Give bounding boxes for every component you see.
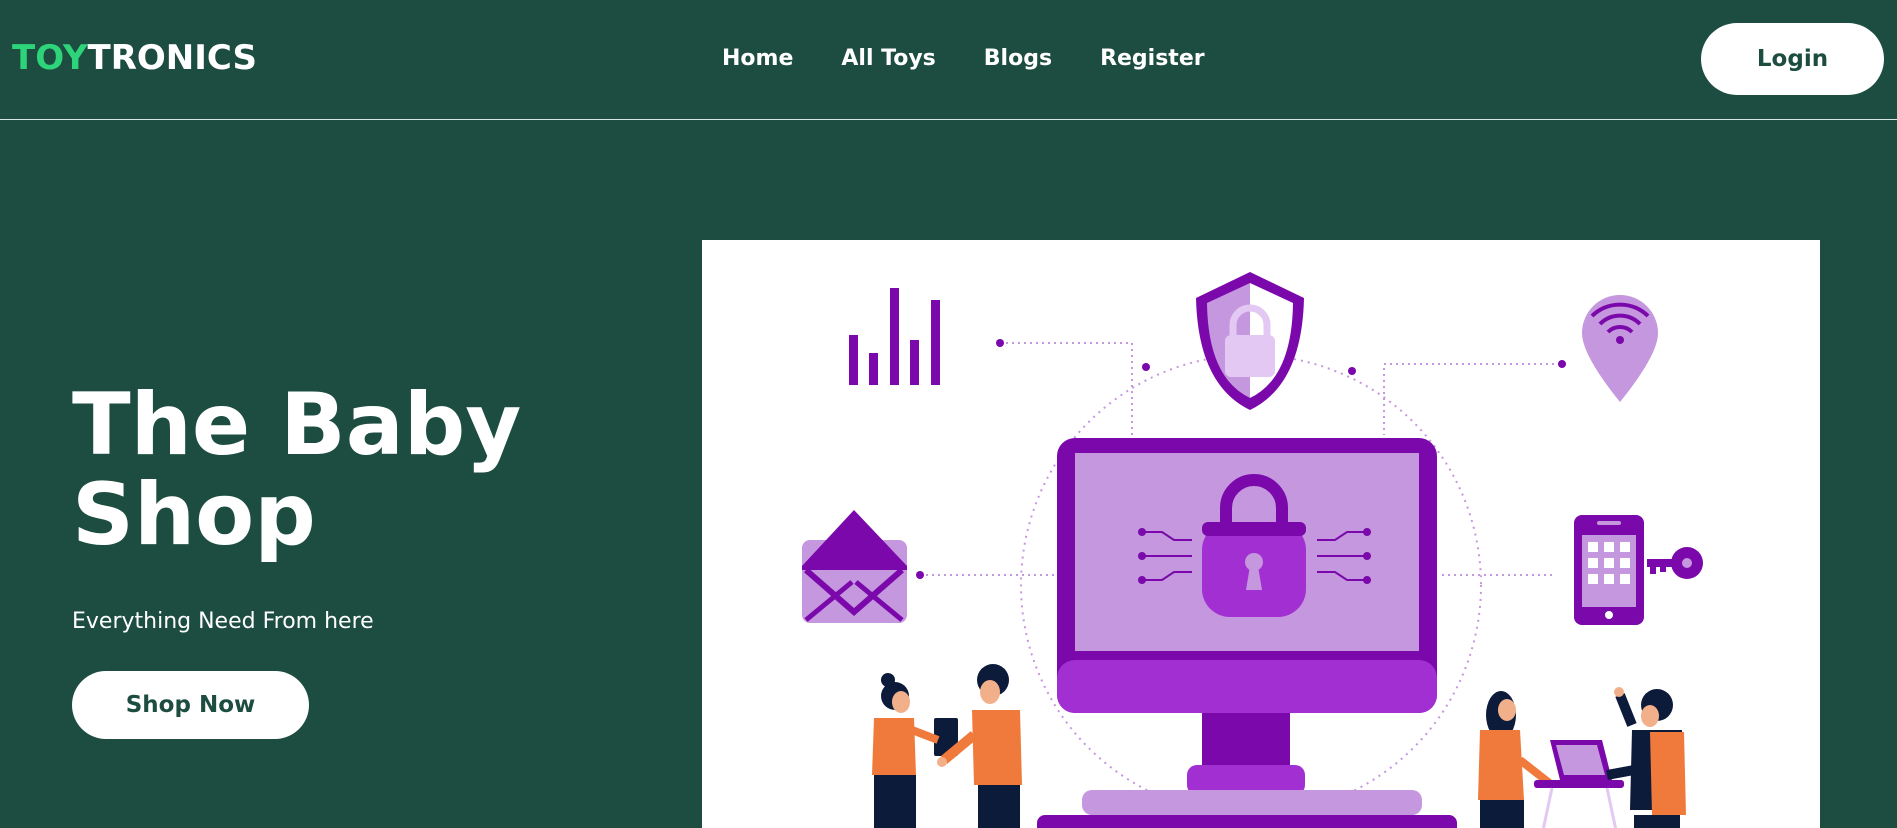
nav-link-register[interactable]: Register [1100, 46, 1205, 71]
hero-illustration [702, 240, 1820, 828]
brand-logo[interactable]: TOYTRONICS [12, 38, 257, 78]
phone-key-icon [1574, 515, 1703, 625]
bar-chart-icon [849, 288, 940, 385]
shield-lock-icon [1196, 272, 1304, 410]
security-illustration [802, 272, 1703, 828]
page: TOYTRONICS Home All Toys Blogs Register … [0, 0, 1897, 828]
login-button[interactable]: Login [1701, 23, 1884, 95]
hero-title: The Baby Shop [72, 375, 522, 565]
monitor-padlock-icon [1037, 438, 1457, 828]
nav-link-all-toys[interactable]: All Toys [841, 46, 935, 71]
brand-logo-rest: TRONICS [87, 38, 257, 78]
nav-link-home[interactable]: Home [722, 46, 793, 71]
location-wifi-icon [1582, 295, 1658, 402]
people-figures-right [1478, 687, 1686, 828]
shop-now-button[interactable]: Shop Now [72, 671, 309, 739]
people-figures-left [872, 664, 1022, 828]
top-navbar: TOYTRONICS Home All Toys Blogs Register … [0, 0, 1897, 120]
brand-logo-accent: TOY [12, 38, 88, 78]
nav-link-blogs[interactable]: Blogs [984, 46, 1052, 71]
envelope-icon [802, 510, 907, 623]
main-nav: Home All Toys Blogs Register [722, 46, 1253, 71]
hero-subtitle: Everything Need From here [72, 609, 374, 634]
